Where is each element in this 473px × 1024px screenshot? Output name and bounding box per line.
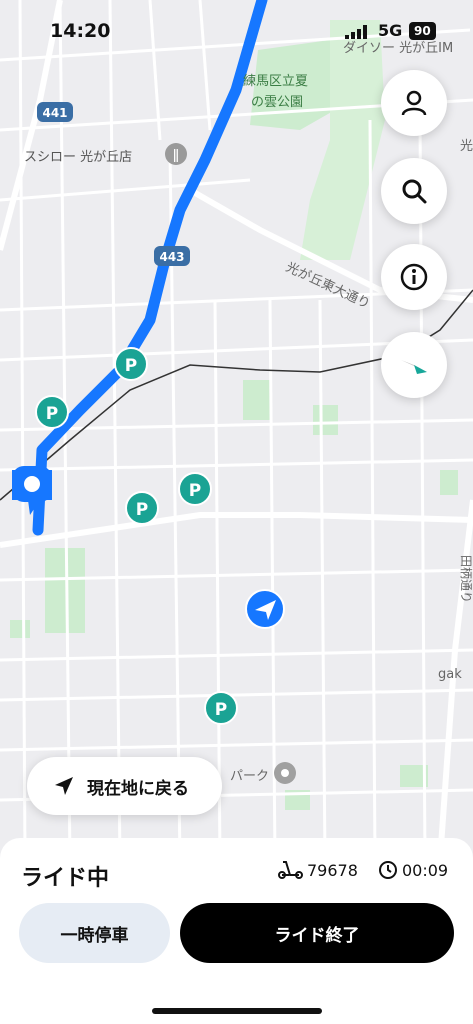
road-shield-443-text: 443 [159,250,184,264]
search-icon [402,179,427,204]
green-area [45,548,85,633]
home-indicator[interactable] [152,1008,322,1014]
clock-icon [379,861,397,879]
scooter-icon [278,861,303,879]
search-button[interactable] [381,158,447,224]
edge-label: 光 [460,139,473,154]
poi-pin-dot [281,769,289,777]
parking-marker[interactable]: P [178,472,212,506]
user-location-marker [245,589,285,629]
return-to-location-button[interactable]: 現在地に戻る [27,757,222,815]
battery-icon: 90 [409,22,436,40]
road-shield-441: 441 [37,102,73,122]
scooter-id: 79678 [277,860,358,880]
sushiro-label: スシロー 光が丘店 [24,150,132,165]
scooter-id-value: 79678 [307,860,358,880]
park2-label: パーク [230,769,269,784]
signal-icon [345,25,367,39]
status-bar: 14:20 5G 90 [0,0,473,60]
road-shield-443: 443 [154,246,190,266]
parking-marker-label: P [189,481,201,501]
navigation-arrow-icon [55,777,73,795]
parking-marker[interactable]: P [204,691,238,725]
ride-panel: ライド中 79678 00:09 一時停車 ライド終了 [0,838,473,1024]
info-button[interactable] [381,244,447,310]
road-label-tagara: 田柄通り [459,555,473,603]
gak-label: gak [438,667,462,682]
park-label-line2: の雲公園 [251,95,303,110]
compass-icon [401,360,427,374]
profile-button[interactable] [381,70,447,136]
clock: 14:20 [50,20,111,42]
end-ride-button[interactable]: ライド終了 [180,903,454,963]
green-area [243,380,271,420]
green-area [10,620,30,638]
park-label-line1: 練馬区立夏 [243,74,308,89]
parking-marker[interactable]: P [114,347,148,381]
elapsed-time-value: 00:09 [402,860,449,880]
green-area [313,405,338,435]
ride-status-title: ライド中 [21,866,110,891]
parking-marker[interactable]: P [35,395,69,429]
elapsed-time: 00:09 [378,860,448,880]
network-type: 5G [378,21,403,40]
parking-marker[interactable]: P [125,491,159,525]
road-shield-441-text: 441 [42,106,67,120]
compass-button[interactable] [381,332,447,398]
parking-marker-label: P [125,356,137,376]
pause-ride-button[interactable]: 一時停車 [19,903,170,963]
parking-marker-label: P [46,404,58,424]
green-area [440,470,458,495]
info-icon [400,263,428,291]
return-to-location-label: 現在地に戻る [87,778,189,799]
parking-marker-label: P [136,500,148,520]
restaurant-icon-glyph: ǁ [173,148,179,163]
parking-marker-label: P [215,700,227,720]
person-icon [401,90,427,116]
